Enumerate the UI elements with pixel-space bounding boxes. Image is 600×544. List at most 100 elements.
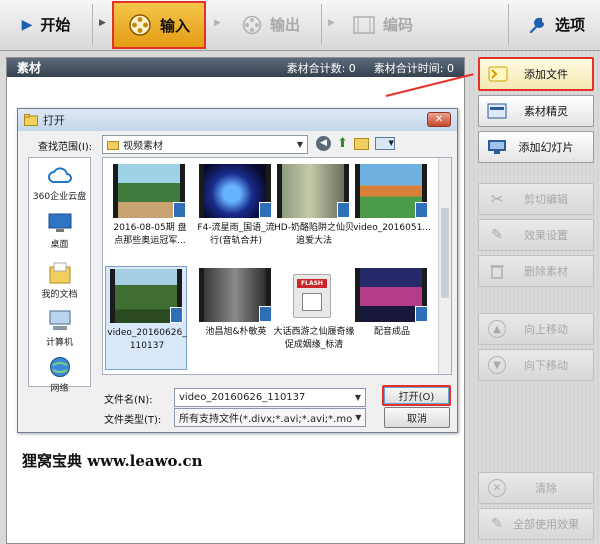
dialog-title: 打开 [43,114,65,127]
back-icon[interactable]: ◀ [316,136,331,151]
filetype-select[interactable]: 所有支持文件(*.divx;*.avi;*.avi;*.mod ▼ [174,408,366,427]
look-in-combo[interactable]: 视频素材 ▼ [102,135,308,154]
toolbar-divider [321,4,322,45]
filmstrip-icon [353,15,375,34]
place-desktop[interactable]: 桌面 [29,212,90,250]
file-name: video_2016051... [353,223,431,233]
documents-folder-icon [47,262,73,284]
delete-material-button[interactable]: 删除素材 [478,255,594,287]
place-label: 我的文档 [41,290,78,300]
move-down-button[interactable]: ▼ 向下移动 [478,349,594,381]
open-button[interactable]: 打开(O) [382,385,451,406]
file-tile[interactable]: video_2016051... [351,162,433,266]
move-up-button[interactable]: ▲ 向上移动 [478,313,594,345]
effect-settings-button[interactable]: ✎ 效果设置 [478,219,594,251]
apply-all-effects-button[interactable]: ✎ 全部使用效果 [478,508,594,540]
toolbar-divider [508,4,509,45]
film-reel-icon [129,14,151,36]
encode-tab-button[interactable]: 编码 [340,2,426,47]
output-label: 输出 [269,16,300,34]
material-time: 素材合计时间: 0 [373,61,454,75]
file-tile[interactable]: FLASH 大话西游之仙履奇缘 促成姻缘_标清 [273,266,355,370]
workspace-header: 素材 素材合计数: 0 素材合计时间: 0 [7,58,464,77]
place-label: 网络 [50,384,69,394]
file-name: 大话西游之仙履奇缘 促成姻缘_标清 [273,327,355,350]
cut-edit-button[interactable]: ✂ 剪切编辑 [478,183,594,215]
output-tab-button[interactable]: 输出 [228,2,314,47]
filetype-label: 文件类型(T): [104,415,162,426]
cancel-button[interactable]: 取消 [384,407,450,428]
filetype-value: 所有支持文件(*.divx;*.avi;*.avi;*.mod [179,414,352,425]
arrow-up-icon: ▲ [487,320,507,338]
new-folder-icon[interactable] [353,138,369,150]
flash-file-icon: FLASH [293,274,331,318]
right-action-panel: 添加文件 素材精灵 添加幻灯片 ✂ 剪切编辑 ✎ 效果设置 删除素材 ▲ 向上移… [466,51,600,544]
move-up-label: 向上移动 [524,323,568,336]
dialog-titlebar: 打开 [18,109,457,131]
cancel-button-label: 取消 [407,414,427,425]
add-file-label: 添加文件 [524,68,568,81]
nav-toolbar: ◀ ⬆ ▼ [316,136,395,151]
clear-button[interactable]: ✕ 清除 [478,472,594,504]
view-menu-icon[interactable]: ▼ [374,137,395,150]
file-tile[interactable]: 池昌旭&朴敏英 [195,266,277,370]
edit-pen-icon: ✎ [491,227,503,243]
video-file-badge-icon [170,307,183,323]
chevron-down-icon: ▼ [354,393,362,402]
start-button[interactable]: ▶ 开始 [6,2,86,47]
add-file-button[interactable]: 添加文件 [478,57,594,91]
wrench-icon [529,17,545,33]
options-button[interactable]: 选项 [514,2,598,47]
open-button-label: 打开(O) [398,392,435,403]
video-file-badge-icon [259,202,272,218]
move-down-label: 向下移动 [524,359,568,372]
look-in-label: 查找范围(I): [38,142,93,153]
file-tile[interactable]: video_20160626_110137 [105,266,187,370]
place-computer[interactable]: 计算机 [29,310,90,348]
up-folder-icon[interactable]: ⬆ [337,136,348,151]
input-label: 输入 [159,16,190,35]
input-tab-button[interactable]: 输入 [112,1,206,49]
open-file-dialog: 打开 ✕ 查找范围(I): 视频素材 ▼ ◀ ⬆ ▼ 360企业云盘 桌面 我的… [17,108,458,433]
file-name: video_20160626_110137 [107,328,187,351]
dialog-close-button[interactable]: ✕ [427,112,451,127]
file-name: HD-奶酪陷阱之仙贝追爱大法 [274,223,354,246]
place-network[interactable]: 网络 [29,356,90,394]
file-name: 池昌旭&朴敏英 [205,327,267,337]
file-name: F4-流星雨_国语_流行(音轨合并) [197,223,275,246]
file-list-scrollbar[interactable] [438,158,451,374]
file-name: 2016-08-05期 盘点那些奥运冠军... [113,223,187,246]
file-tile[interactable]: F4-流星雨_国语_流行(音轨合并) [195,162,277,266]
folder-open-icon [24,114,38,126]
step-arrow-icon: ▶ [214,18,221,28]
video-file-badge-icon [259,306,272,322]
network-globe-icon [47,356,73,378]
edit-pen-icon: ✎ [491,516,503,532]
clear-x-icon: ✕ [487,479,507,497]
scrollbar-thumb[interactable] [441,208,449,298]
slideshow-icon [487,138,507,156]
folder-icon [107,140,119,150]
file-tile[interactable]: 配音成品 [351,266,433,370]
filename-label: 文件名(N): [104,395,153,406]
reel-icon [242,15,262,34]
place-360-cloud[interactable]: 360企业云盘 [29,164,90,202]
computer-icon [47,310,73,332]
encode-label: 编码 [382,16,413,34]
file-tile[interactable]: 2016-08-05期 盘点那些奥运冠军... [109,162,191,266]
cut-edit-label: 剪切编辑 [524,193,568,206]
add-slideshow-button[interactable]: 添加幻灯片 [478,131,594,163]
filename-input[interactable]: video_20160626_110137 ▼ [174,388,366,407]
flash-tag: FLASH [297,279,327,288]
apply-all-effects-label: 全部使用效果 [513,518,579,531]
effect-settings-label: 效果设置 [524,229,568,242]
material-count: 素材合计数: 0 [286,61,356,75]
close-icon: ✕ [434,114,444,125]
video-file-badge-icon [415,306,428,322]
material-wizard-button[interactable]: 素材精灵 [478,95,594,127]
place-my-documents[interactable]: 我的文档 [29,262,90,300]
desktop-icon [47,212,73,234]
file-tile[interactable]: HD-奶酪陷阱之仙贝追爱大法 [273,162,355,266]
place-label: 桌面 [50,240,69,250]
video-file-badge-icon [415,202,428,218]
